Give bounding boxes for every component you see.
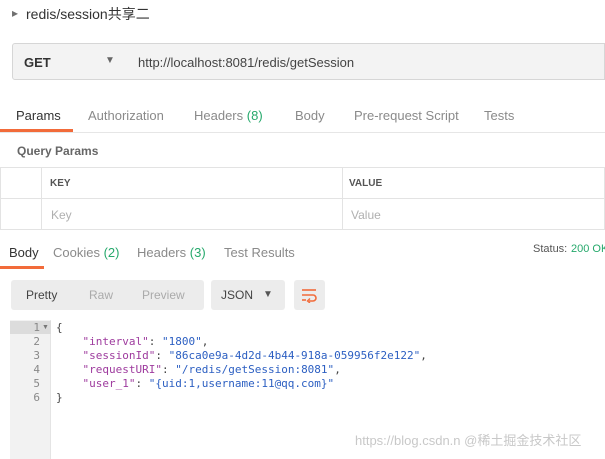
watermark: https://blog.csdn.n @稀土掘金技术社区 — [355, 433, 582, 448]
tab-params[interactable]: Params — [16, 108, 61, 123]
response-tabs: Body Cookies (2) Headers (3) Test Result… — [0, 239, 605, 269]
chevron-right-icon[interactable]: ▸ — [12, 6, 18, 20]
method-select[interactable]: GET ▼ — [12, 43, 128, 80]
key-input[interactable]: Key — [41, 198, 343, 230]
format-label: JSON — [221, 288, 254, 302]
table-checkbox-cell — [0, 198, 42, 230]
value-header: VALUE — [342, 167, 605, 199]
preview-button[interactable]: Preview — [142, 288, 185, 302]
status-label: Status: — [533, 243, 568, 255]
line-number: 6 — [33, 391, 40, 404]
code-line: "interval": "1800", — [82, 335, 209, 348]
wrap-lines-button[interactable] — [294, 280, 325, 310]
code-line: "requestURI": "/redis/getSession:8081", — [82, 363, 341, 376]
active-tab-underline — [0, 129, 73, 132]
request-title-row[interactable]: ▸ redis/session共享二 — [0, 0, 605, 32]
tab-cookies[interactable]: Cookies (2) — [53, 245, 119, 260]
caret-down-icon: ▼ — [105, 55, 115, 66]
line-number: 3 — [33, 349, 40, 362]
tab-body[interactable]: Body — [295, 108, 325, 123]
method-label: GET — [24, 55, 51, 70]
request-title: redis/session共享二 — [26, 6, 150, 22]
key-header: KEY — [41, 167, 343, 199]
pretty-button[interactable]: Pretty — [26, 288, 57, 302]
tab-test-results[interactable]: Test Results — [224, 245, 295, 260]
response-headers-count: (3) — [189, 245, 206, 260]
line-number: 5 — [33, 377, 40, 390]
fold-caret-icon[interactable]: ▼ — [42, 324, 49, 331]
line-number: 2 — [33, 335, 40, 348]
code-line: "sessionId": "86ca0e9a-4d2d-4b44-918a-05… — [82, 349, 427, 362]
table-checkbox-cell — [0, 167, 42, 199]
wrap-lines-icon — [302, 289, 317, 303]
params-table: KEY VALUE Key Value — [0, 167, 605, 230]
status-badge: 200 OK — [571, 243, 605, 255]
line-number: 4 — [33, 363, 40, 376]
view-mode-group: Pretty Raw Preview — [11, 280, 204, 310]
url-text: http://localhost:8081/redis/getSession — [138, 55, 355, 70]
cookies-count: (2) — [103, 245, 120, 260]
tab-authorization[interactable]: Authorization — [88, 108, 164, 123]
raw-button[interactable]: Raw — [89, 288, 113, 302]
request-tabs: Params Authorization Headers (8) Body Pr… — [0, 100, 605, 133]
tab-tests[interactable]: Tests — [484, 108, 514, 123]
code-line: { — [56, 321, 63, 334]
line-number-gutter: 1 ▼ 2 3 4 5 6 — [10, 320, 51, 459]
url-input[interactable]: http://localhost:8081/redis/getSession — [127, 43, 605, 80]
tab-headers[interactable]: Headers (8) — [194, 108, 263, 123]
tab-response-headers[interactable]: Headers (3) — [137, 245, 206, 260]
headers-count: (8) — [246, 108, 263, 123]
active-tab-underline — [0, 266, 44, 269]
tab-pre-request-script[interactable]: Pre-request Script — [354, 108, 459, 123]
code-line: } — [56, 391, 63, 404]
line-number: 1 — [33, 321, 40, 334]
query-params-label: Query Params — [17, 144, 99, 158]
value-input[interactable]: Value — [342, 198, 605, 230]
caret-down-icon: ▼ — [263, 289, 273, 300]
format-select[interactable]: JSON ▼ — [211, 280, 285, 310]
code-line: "user_1": "{uid:1,username:11@qq.com}" — [82, 377, 335, 390]
tab-response-body[interactable]: Body — [9, 245, 39, 260]
